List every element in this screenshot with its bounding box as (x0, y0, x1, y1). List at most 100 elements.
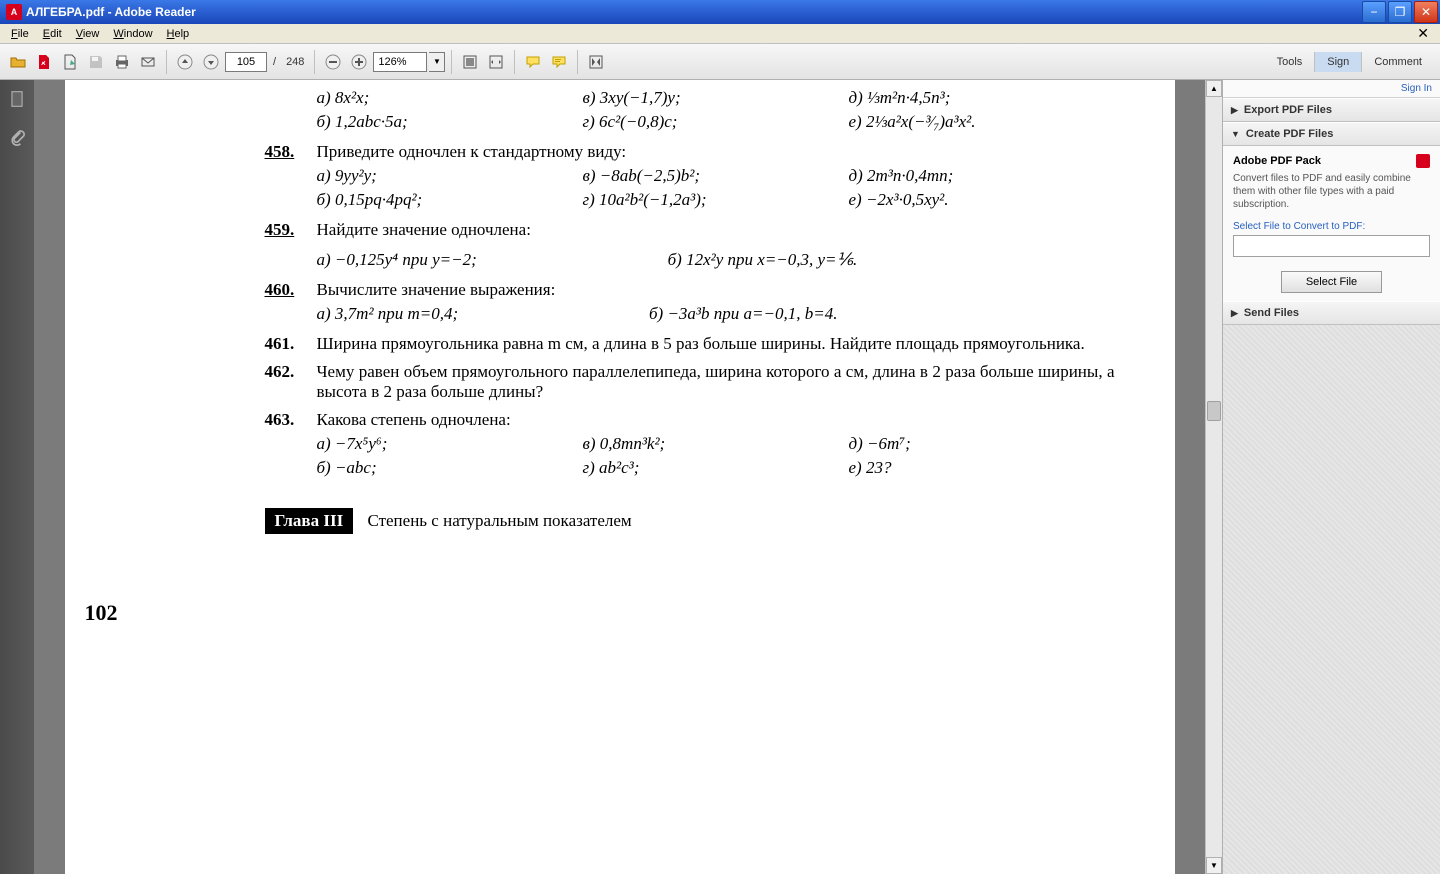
text: д) 2m³n·0,4mn; (849, 166, 1115, 186)
scroll-track[interactable] (1206, 97, 1222, 857)
text: г) 6c²(−0,8)c; (583, 112, 849, 132)
fit-width-icon[interactable] (484, 50, 508, 74)
menubar: File Edit View Window Help ✕ (0, 24, 1440, 44)
fit-page-icon[interactable] (458, 50, 482, 74)
maximize-button[interactable]: ❐ (1388, 1, 1412, 23)
zoom-in-icon[interactable] (347, 50, 371, 74)
text: в) −8ab(−2,5)b²; (583, 166, 849, 186)
zoom-dropdown-icon[interactable]: ▼ (429, 52, 445, 72)
problem-number: 459. (265, 220, 317, 240)
send-files-header[interactable]: ▶ Send Files (1223, 301, 1440, 325)
text: д) ⅓m²n·4,5n³; (849, 88, 1115, 108)
scroll-up-icon[interactable]: ▲ (1206, 80, 1222, 97)
text: е) −2x³·0,5xy². (849, 190, 1115, 210)
file-path-input[interactable] (1233, 235, 1430, 257)
left-nav-strip (0, 80, 34, 874)
menu-file[interactable]: File (4, 26, 36, 42)
vertical-scrollbar[interactable]: ▲ ▼ (1205, 80, 1222, 874)
titlebar: A АЛГЕБРА.pdf - Adobe Reader − ❐ ✕ (0, 0, 1440, 24)
select-file-button[interactable]: Select File (1281, 271, 1382, 293)
comment-bubble-icon[interactable] (521, 50, 545, 74)
text: е) 2⅓a²x(−³⁄₇)a³x². (849, 112, 1115, 132)
text: г) ab²c³; (583, 458, 849, 478)
pdf-pack-icon (1416, 154, 1430, 168)
save-icon[interactable] (84, 50, 108, 74)
menubar-close-icon[interactable]: ✕ (1410, 23, 1436, 44)
highlight-icon[interactable] (547, 50, 571, 74)
edit-icon[interactable] (58, 50, 82, 74)
text: а) −0,125y⁴ при y=−2; (317, 250, 668, 270)
text: Найдите значение одночлена: (317, 220, 1115, 240)
pack-title: Adobe PDF Pack (1233, 155, 1321, 167)
document-canvas[interactable]: а) 8x²x; в) 3xy(−1,7)y; д) ⅓m²n·4,5n³; б… (34, 80, 1205, 874)
create-pdf-label: Create PDF Files (1246, 128, 1333, 140)
sign-tab[interactable]: Sign (1314, 52, 1361, 72)
text: Вычислите значение выражения: (317, 280, 1115, 300)
page-number-label: 102 (85, 600, 118, 626)
page-sep: / (273, 56, 276, 68)
print-icon[interactable] (110, 50, 134, 74)
toolbar: / 248 ▼ Tools Sign Comment (0, 44, 1440, 80)
menu-help[interactable]: Help (160, 26, 197, 42)
window-title: АЛГЕБРА.pdf - Adobe Reader (26, 5, 196, 19)
menu-edit[interactable]: Edit (36, 26, 69, 42)
zoom-input[interactable] (373, 52, 427, 72)
text: а) −7x⁵y⁶; (317, 434, 583, 454)
right-panel: Sign In ▶ Export PDF Files ▼ Create PDF … (1222, 80, 1440, 874)
text: б) 0,15pq·4pq²; (317, 190, 583, 210)
scroll-down-icon[interactable]: ▼ (1206, 857, 1222, 874)
menu-window[interactable]: Window (106, 26, 159, 42)
problem-number: 463. (265, 410, 317, 430)
chevron-down-icon: ▼ (1231, 129, 1240, 139)
chapter-footer: Глава III Степень с натуральным показате… (265, 508, 1115, 534)
pdf-app-icon: A (6, 4, 22, 20)
attachments-icon[interactable] (6, 126, 28, 148)
text: Приведите одночлен к стандартному виду: (317, 142, 1115, 162)
text: Чему равен объем прямоугольного параллел… (317, 362, 1115, 402)
chapter-label: Глава III (265, 508, 354, 534)
export-pdf-header[interactable]: ▶ Export PDF Files (1223, 98, 1440, 122)
pdf-page: а) 8x²x; в) 3xy(−1,7)y; д) ⅓m²n·4,5n³; б… (65, 80, 1175, 874)
page-up-icon[interactable] (173, 50, 197, 74)
text: д) −6m⁷; (849, 434, 1115, 454)
sign-in-link[interactable]: Sign In (1223, 80, 1440, 98)
scroll-thumb[interactable] (1207, 401, 1221, 421)
comment-tab[interactable]: Comment (1361, 52, 1434, 72)
menu-view[interactable]: View (69, 26, 107, 42)
close-button[interactable]: ✕ (1414, 1, 1438, 23)
problem-number: 461. (265, 334, 317, 354)
problem-number: 462. (265, 362, 317, 402)
problem-number: 460. (265, 280, 317, 300)
chevron-right-icon: ▶ (1231, 308, 1238, 319)
problem-number: 458. (265, 142, 317, 162)
text: б) 1,2abc·5a; (317, 112, 583, 132)
page-down-icon[interactable] (199, 50, 223, 74)
text: Какова степень одночлена: (317, 410, 1115, 430)
text: г) 10a²b²(−1,2a³); (583, 190, 849, 210)
create-pdf-body: Adobe PDF Pack Convert files to PDF and … (1223, 146, 1440, 301)
email-icon[interactable] (136, 50, 160, 74)
tools-tab[interactable]: Tools (1265, 52, 1315, 72)
text: в) 3xy(−1,7)y; (583, 88, 849, 108)
export-pdf-label: Export PDF Files (1244, 104, 1332, 116)
thumbnails-icon[interactable] (6, 88, 28, 110)
main-area: а) 8x²x; в) 3xy(−1,7)y; д) ⅓m²n·4,5n³; б… (0, 80, 1440, 874)
text: а) 9yy²y; (317, 166, 583, 186)
panel-empty-area (1223, 325, 1440, 874)
create-pdf-icon[interactable] (32, 50, 56, 74)
text: б) 12x²y при x=−0,3, y=⅙. (668, 250, 1115, 270)
read-mode-icon[interactable] (584, 50, 608, 74)
text: Ширина прямоугольника равна m см, а длин… (317, 334, 1115, 354)
open-file-icon[interactable] (6, 50, 30, 74)
create-pdf-header[interactable]: ▼ Create PDF Files (1223, 122, 1440, 146)
text: в) 0,8mn³k²; (583, 434, 849, 454)
zoom-out-icon[interactable] (321, 50, 345, 74)
select-file-label: Select File to Convert to PDF: (1233, 221, 1430, 232)
text: б) −abc; (317, 458, 583, 478)
window-buttons: − ❐ ✕ (1362, 0, 1440, 23)
chapter-title: Степень с натуральным показателем (367, 511, 631, 530)
pack-description: Convert files to PDF and easily combine … (1233, 172, 1430, 211)
page-number-input[interactable] (225, 52, 267, 72)
text: б) −3a³b при a=−0,1, b=4. (649, 304, 1115, 324)
minimize-button[interactable]: − (1362, 1, 1386, 23)
